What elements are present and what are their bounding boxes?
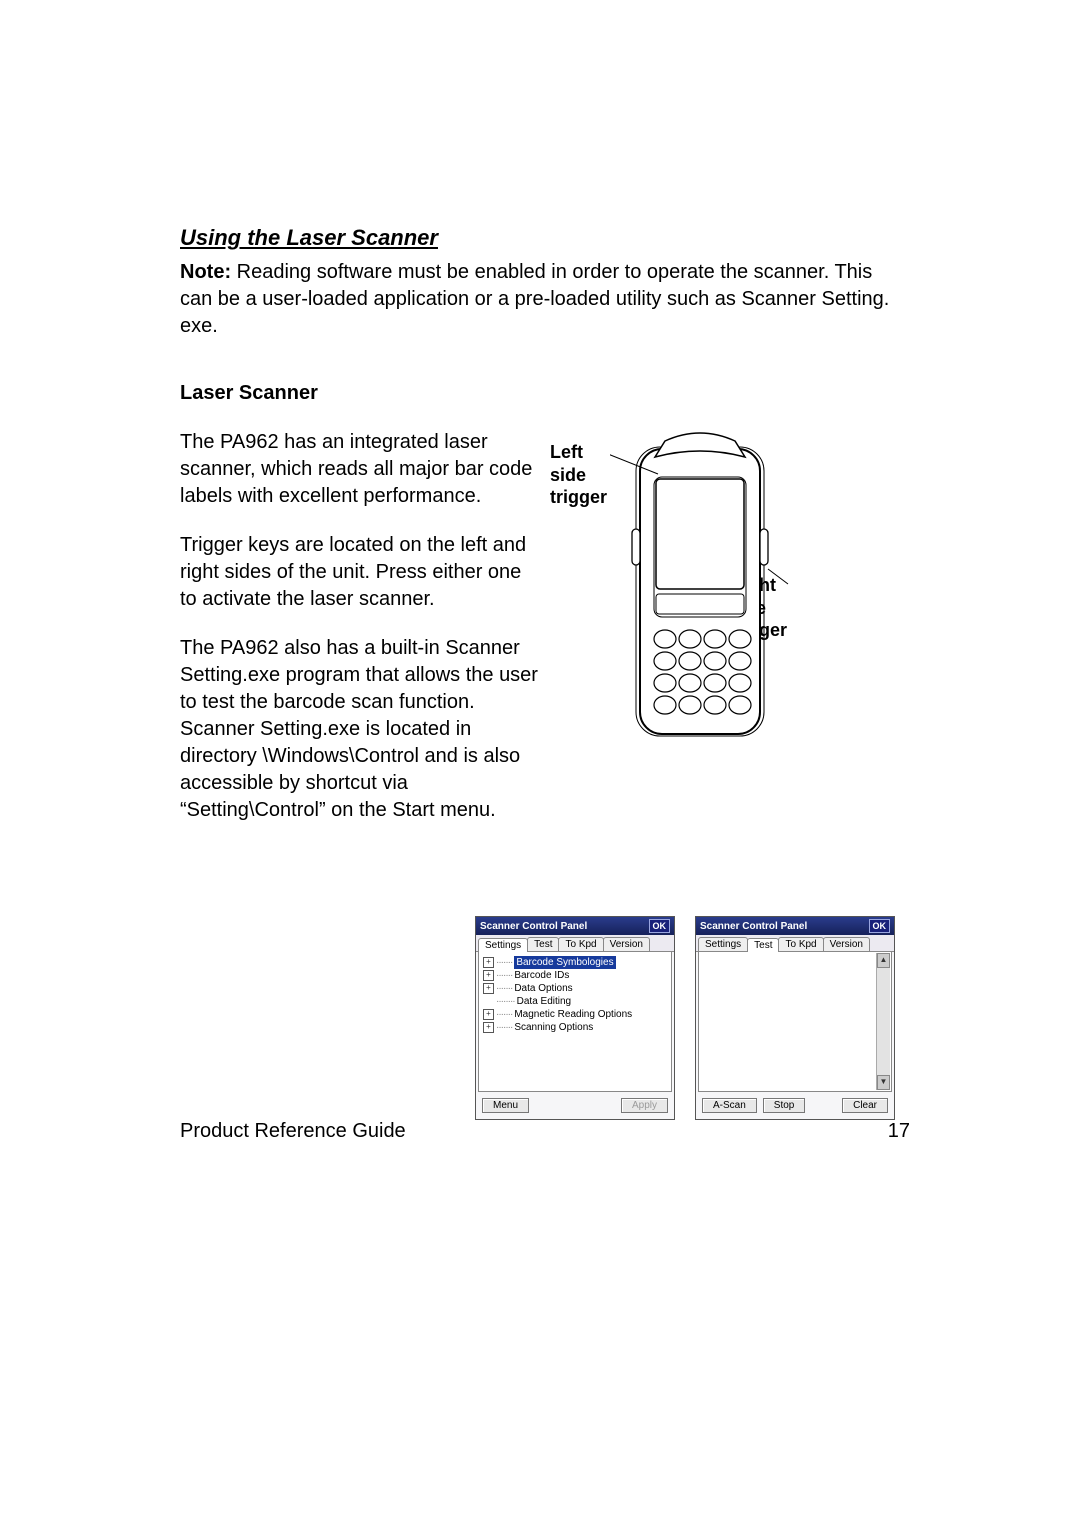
stop-button[interactable]: Stop — [763, 1098, 806, 1113]
device-illustration — [610, 429, 805, 749]
tab-settings[interactable]: Settings — [478, 938, 528, 952]
ok-button[interactable]: OK — [649, 919, 671, 933]
page-footer: Product Reference Guide 17 — [180, 1120, 910, 1143]
tree-item-label: Barcode Symbologies — [514, 956, 615, 969]
window-footer: A-Scan Stop Clear — [696, 1094, 894, 1119]
tree-item[interactable]: +······· Barcode Symbologies — [481, 956, 669, 969]
menu-button[interactable]: Menu — [482, 1098, 529, 1113]
tree-item-label: Scanning Options — [514, 1021, 593, 1034]
sub-heading: Laser Scanner — [180, 382, 900, 405]
tab-version[interactable]: Version — [823, 937, 870, 951]
tree-item[interactable]: +······· Data Options — [481, 982, 669, 995]
page-number: 17 — [888, 1120, 910, 1143]
screenshots-row: Scanner Control Panel OK Settings Test T… — [180, 916, 900, 1120]
tree-item-label: Data Options — [514, 982, 572, 995]
note-text: Reading software must be enabled in orde… — [180, 261, 889, 337]
expand-icon[interactable]: + — [483, 970, 494, 981]
note-paragraph: Note: Reading software must be enabled i… — [180, 259, 900, 340]
text-column: The PA962 has an integrated laser scanne… — [180, 429, 540, 846]
tab-to-kpd[interactable]: To Kpd — [558, 937, 603, 951]
tab-to-kpd[interactable]: To Kpd — [778, 937, 823, 951]
body-paragraph: The PA962 also has a built-in Scanner Se… — [180, 635, 540, 824]
section-title: Using the Laser Scanner — [180, 225, 900, 251]
tree-item[interactable]: +······· Scanning Options — [481, 1021, 669, 1034]
tree-item-label: Magnetic Reading Options — [514, 1008, 632, 1021]
window-titlebar: Scanner Control Panel OK — [696, 917, 894, 935]
scroll-up-icon[interactable]: ▲ — [877, 953, 890, 968]
footer-title: Product Reference Guide — [180, 1120, 406, 1143]
expand-icon[interactable]: + — [483, 1022, 494, 1033]
device-figure: Left side trigger Right side trigger — [550, 429, 900, 759]
document-page: Using the Laser Scanner Note: Reading so… — [0, 0, 1080, 1526]
scanner-panel-test-window: Scanner Control Panel OK Settings Test T… — [695, 916, 895, 1120]
test-output-area: ▲ ▼ — [698, 952, 892, 1092]
expand-icon[interactable]: + — [483, 983, 494, 994]
body-paragraph: Trigger keys are located on the left and… — [180, 532, 540, 613]
window-titlebar: Scanner Control Panel OK — [476, 917, 674, 935]
ok-button[interactable]: OK — [869, 919, 891, 933]
clear-button[interactable]: Clear — [842, 1098, 888, 1113]
scrollbar[interactable]: ▲ ▼ — [876, 953, 890, 1090]
two-column-layout: The PA962 has an integrated laser scanne… — [180, 429, 900, 846]
scroll-down-icon[interactable]: ▼ — [877, 1075, 890, 1090]
ascan-button[interactable]: A-Scan — [702, 1098, 757, 1113]
window-footer: Menu Apply — [476, 1094, 674, 1119]
window-title: Scanner Control Panel — [480, 921, 587, 932]
tab-test[interactable]: Test — [747, 938, 779, 952]
settings-tree: +······· Barcode Symbologies +······· Ba… — [478, 952, 672, 1092]
apply-button[interactable]: Apply — [621, 1098, 668, 1113]
tree-item-label: Data Editing — [517, 995, 571, 1008]
window-title: Scanner Control Panel — [700, 921, 807, 932]
tree-item[interactable]: +······· Barcode IDs — [481, 969, 669, 982]
tabs-bar: Settings Test To Kpd Version — [476, 935, 674, 952]
scanner-panel-settings-window: Scanner Control Panel OK Settings Test T… — [475, 916, 675, 1120]
tree-item[interactable]: +······· Magnetic Reading Options — [481, 1008, 669, 1021]
tab-version[interactable]: Version — [603, 937, 650, 951]
expand-icon[interactable]: + — [483, 1009, 494, 1020]
note-label: Note: — [180, 261, 231, 283]
figure-label-left-trigger: Left side trigger — [550, 441, 607, 509]
tab-settings[interactable]: Settings — [698, 937, 748, 951]
tabs-bar: Settings Test To Kpd Version — [696, 935, 894, 952]
body-paragraph: The PA962 has an integrated laser scanne… — [180, 429, 540, 510]
expand-icon[interactable]: + — [483, 957, 494, 968]
tree-item-label: Barcode IDs — [514, 969, 569, 982]
tab-test[interactable]: Test — [527, 937, 559, 951]
tree-item[interactable]: +········ Data Editing — [481, 995, 669, 1008]
